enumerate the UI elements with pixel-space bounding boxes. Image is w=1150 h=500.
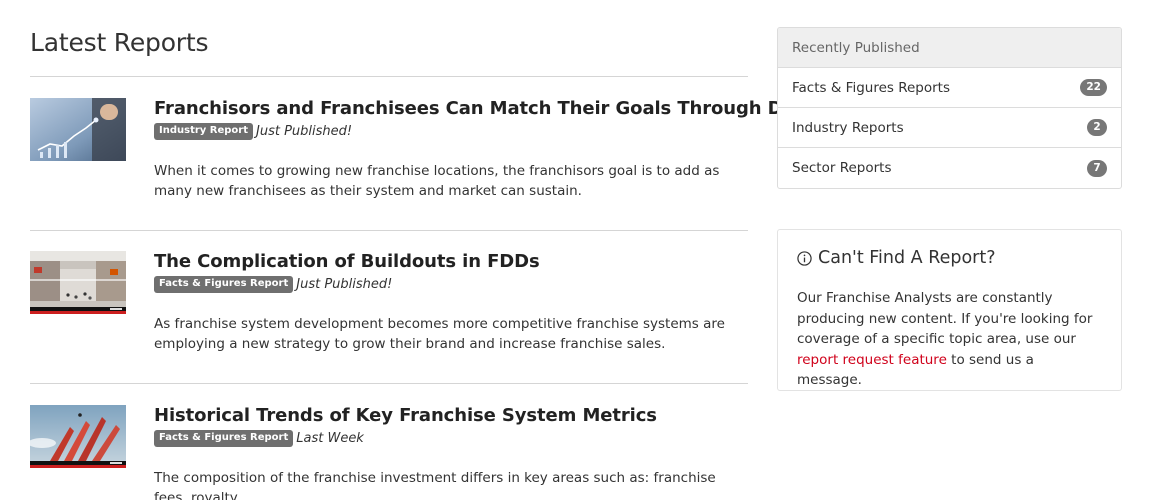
category-label: Industry Reports	[792, 119, 904, 136]
category-label: Sector Reports	[792, 160, 892, 176]
report-published-label: Last Week	[296, 431, 364, 446]
report-thumbnail[interactable]	[30, 251, 126, 314]
cant-find-heading: Can't Find A Report?	[797, 248, 1102, 268]
count-badge: 2	[1087, 119, 1107, 136]
count-badge: 7	[1087, 159, 1107, 177]
report-type-badge: Facts & Figures Report	[154, 276, 294, 293]
report-published-label: Just Published!	[256, 124, 353, 139]
report-excerpt: The composition of the franchise investm…	[154, 470, 716, 500]
shopping-mall-photo-icon	[30, 251, 126, 314]
report-excerpt: As franchise system development becomes …	[154, 316, 725, 352]
panel-heading: Recently Published	[778, 28, 1121, 68]
cant-find-title: Can't Find A Report?	[818, 248, 996, 268]
category-link-industry[interactable]: Industry Reports 2	[778, 108, 1121, 148]
divider	[30, 76, 748, 77]
report-request-link[interactable]: report request feature	[797, 352, 947, 368]
count-badge: 22	[1080, 79, 1107, 96]
report-title-link[interactable]: Historical Trends of Key Franchise Syste…	[154, 405, 657, 426]
report-title-link[interactable]: Franchisors and Franchisees Can Match Th…	[154, 98, 815, 119]
cant-find-body-text: Our Franchise Analysts are constantly pr…	[797, 290, 1093, 347]
divider	[30, 383, 748, 384]
business-chart-photo-icon	[30, 98, 126, 161]
report-published-label: Just Published!	[296, 277, 393, 292]
page-title: Latest Reports	[30, 28, 209, 57]
info-icon	[797, 250, 812, 266]
report-thumbnail[interactable]	[30, 98, 126, 161]
cant-find-body: Our Franchise Analysts are constantly pr…	[797, 288, 1102, 391]
report-type-badge: Industry Report	[154, 123, 254, 140]
report-thumbnail[interactable]	[30, 405, 126, 468]
report-title-link[interactable]: The Complication of Buildouts in FDDs	[154, 251, 540, 272]
report-meta: Industry Report Just Published!	[154, 123, 352, 140]
category-link-sector[interactable]: Sector Reports 7	[778, 148, 1121, 188]
report-meta: Facts & Figures Report Just Published!	[154, 276, 392, 293]
category-link-facts-figures[interactable]: Facts & Figures Reports 22	[778, 68, 1121, 108]
report-meta: Facts & Figures Report Last Week	[154, 430, 364, 447]
report-excerpt: When it comes to growing new franchise l…	[154, 163, 720, 199]
recently-published-panel: Recently Published Facts & Figures Repor…	[777, 27, 1122, 189]
divider	[30, 230, 748, 231]
cant-find-report-box: Can't Find A Report? Our Franchise Analy…	[777, 229, 1122, 391]
arrows-growth-photo-icon	[30, 405, 126, 468]
report-type-badge: Facts & Figures Report	[154, 430, 294, 447]
category-label: Facts & Figures Reports	[792, 79, 950, 96]
